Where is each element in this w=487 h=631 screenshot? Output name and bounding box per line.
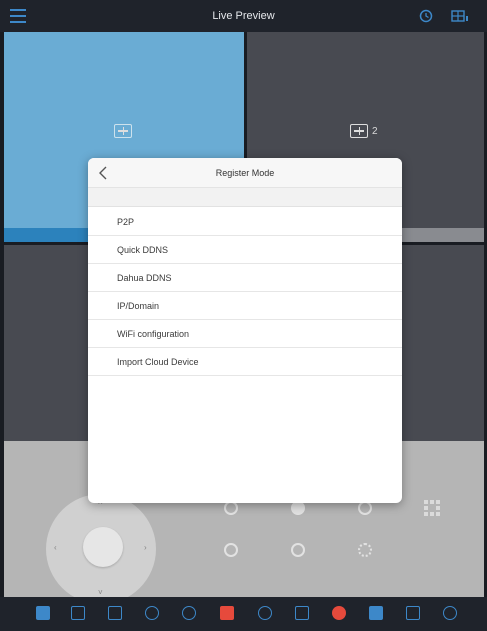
bottom-toolbar (0, 597, 487, 631)
dialog-header: Register Mode (88, 158, 402, 188)
option-import-cloud-device[interactable]: Import Cloud Device (88, 348, 402, 376)
playback-icon[interactable] (419, 9, 433, 23)
audio-icon[interactable] (145, 606, 159, 620)
register-mode-list: P2P Quick DDNS Dahua DDNS IP/Domain WiFi… (88, 208, 402, 376)
option-ip-domain[interactable]: IP/Domain (88, 292, 402, 320)
section-spacer (88, 188, 402, 207)
alarm-icon[interactable] (295, 606, 309, 620)
option-quick-ddns[interactable]: Quick DDNS (88, 236, 402, 264)
favorite-icon[interactable] (332, 606, 346, 620)
fisheye-icon[interactable] (182, 606, 196, 620)
settings-icon[interactable] (443, 606, 457, 620)
option-p2p[interactable]: P2P (88, 208, 402, 236)
stream-icon[interactable] (369, 606, 383, 620)
page-title: Live Preview (212, 10, 275, 22)
option-wifi-configuration[interactable]: WiFi configuration (88, 320, 402, 348)
dialog-title: Register Mode (215, 168, 275, 178)
record-icon[interactable] (108, 606, 122, 620)
star-icon[interactable] (406, 606, 420, 620)
multi-screen-icon[interactable] (451, 9, 469, 23)
option-dahua-ddns[interactable]: Dahua DDNS (88, 264, 402, 292)
channel-icon[interactable] (36, 606, 50, 620)
top-bar: Live Preview (0, 0, 487, 32)
video-icon[interactable] (220, 606, 234, 620)
register-mode-dialog: Register Mode P2P Quick DDNS Dahua DDNS … (88, 158, 402, 503)
ptz-icon[interactable] (258, 606, 272, 620)
snapshot-icon[interactable] (71, 606, 85, 620)
